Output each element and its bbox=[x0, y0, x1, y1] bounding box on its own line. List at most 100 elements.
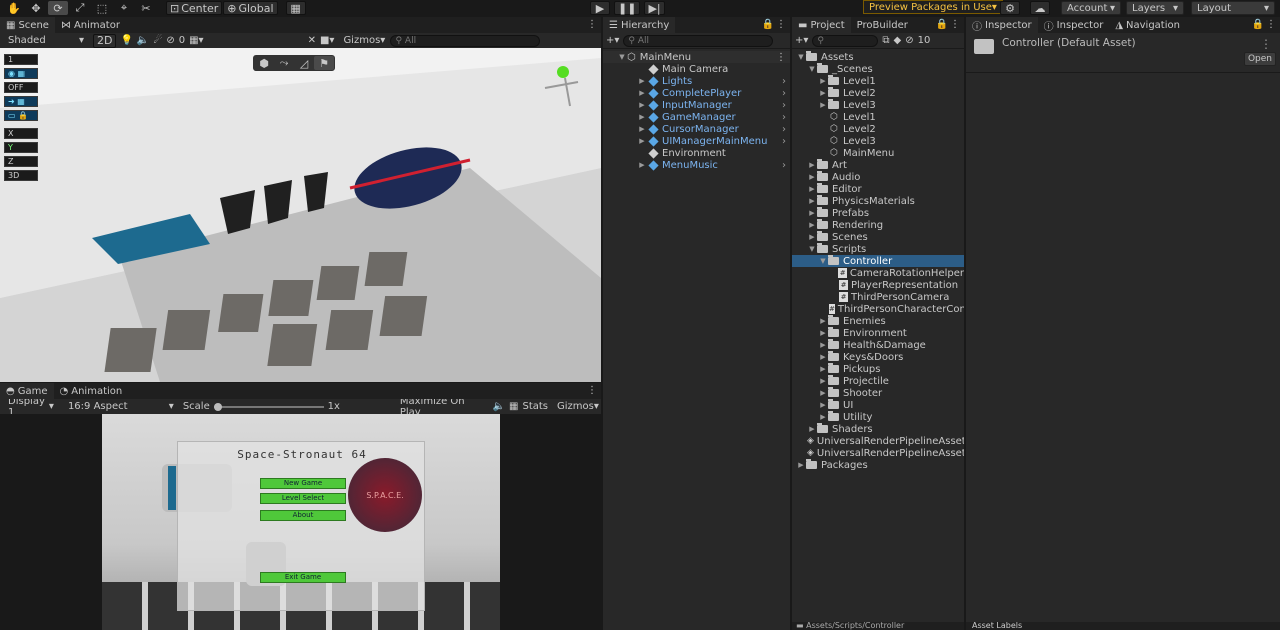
project-item[interactable]: ▶ Environment bbox=[792, 327, 964, 339]
chevron-right-icon[interactable]: › bbox=[782, 112, 786, 123]
project-item[interactable]: ⬡ Level3 bbox=[792, 135, 964, 147]
expand-arrow-icon[interactable]: ▶ bbox=[637, 89, 647, 97]
lock-icon[interactable]: 🔒 bbox=[1252, 19, 1264, 30]
project-item[interactable]: ▼ Scripts bbox=[792, 243, 964, 255]
project-item[interactable]: ▶ Level3 bbox=[792, 99, 964, 111]
custom-tool-icon[interactable]: ✂ bbox=[136, 1, 156, 15]
project-item[interactable]: ⬡ Level2 bbox=[792, 123, 964, 135]
add-icon[interactable]: +▾ bbox=[795, 35, 808, 46]
pause-button[interactable]: ❚❚ bbox=[614, 1, 641, 15]
exit-game-button[interactable]: Exit Game bbox=[260, 572, 346, 583]
open-button[interactable]: Open bbox=[1244, 52, 1276, 66]
hierarchy-item[interactable]: ▶ Lights › bbox=[603, 75, 790, 87]
collab-button[interactable]: ⚙ bbox=[1000, 1, 1020, 15]
tab-inspector-2[interactable]: ⓘ Inspector bbox=[1038, 17, 1110, 33]
project-item[interactable]: ▶ PhysicsMaterials bbox=[792, 195, 964, 207]
audio-icon[interactable]: 🔈 bbox=[137, 35, 149, 46]
expand-arrow-icon[interactable]: ▶ bbox=[818, 317, 828, 325]
scene-menu-icon[interactable]: ⋮ bbox=[776, 52, 786, 63]
panel-menu-icon[interactable]: ⋮ bbox=[587, 19, 597, 30]
tab-animator[interactable]: ⋈ Animator bbox=[55, 17, 126, 33]
chevron-right-icon[interactable]: › bbox=[782, 136, 786, 147]
expand-arrow-icon[interactable]: ▶ bbox=[807, 425, 817, 433]
expand-arrow-icon[interactable]: ▶ bbox=[807, 173, 817, 181]
play-button[interactable]: ▶ bbox=[590, 1, 610, 15]
expand-arrow-icon[interactable]: ▶ bbox=[818, 413, 828, 421]
expand-arrow-icon[interactable]: ▶ bbox=[807, 197, 817, 205]
about-button[interactable]: About bbox=[260, 510, 346, 521]
grid-toggle-icon[interactable]: ▦▾ bbox=[189, 35, 203, 46]
game-gizmos-dropdown[interactable]: Gizmos ▾ bbox=[552, 399, 599, 414]
project-item[interactable]: ▶ Editor bbox=[792, 183, 964, 195]
overlay-lock-toggle[interactable]: ▭ 🔒 bbox=[4, 110, 38, 121]
expand-arrow-icon[interactable]: ▶ bbox=[637, 101, 647, 109]
chevron-right-icon[interactable]: › bbox=[782, 100, 786, 111]
camera-icon[interactable]: ■▾ bbox=[320, 35, 334, 46]
tab-inspector-1[interactable]: ⓘ Inspector bbox=[966, 17, 1038, 33]
mode-2d-button[interactable]: 2D bbox=[93, 33, 117, 48]
hierarchy-item[interactable]: ▶ MenuMusic › bbox=[603, 159, 790, 171]
project-item[interactable]: ▼ Assets bbox=[792, 51, 964, 63]
expand-arrow-icon[interactable]: ▶ bbox=[807, 233, 817, 241]
overlay-arrow-toggle[interactable]: ➜ ▦ bbox=[4, 96, 38, 107]
grid-snap-button[interactable]: ▦ bbox=[285, 1, 306, 15]
filter-label-icon[interactable]: ◆ bbox=[894, 35, 902, 46]
game-viewport[interactable]: Space-Stronaut 64 S.P.A.C.E. New Game Le… bbox=[0, 414, 601, 630]
project-item[interactable]: ▶ Art bbox=[792, 159, 964, 171]
tab-navigation[interactable]: ◮ Navigation bbox=[1109, 17, 1186, 33]
project-item[interactable]: ▶ Projectile bbox=[792, 375, 964, 387]
tab-scene[interactable]: ▦ Scene bbox=[0, 17, 55, 33]
hierarchy-item[interactable]: Main Camera bbox=[603, 63, 790, 75]
project-item[interactable]: ▶ Shooter bbox=[792, 387, 964, 399]
project-item[interactable]: # CameraRotationHelper bbox=[792, 267, 964, 279]
layers-dropdown[interactable]: Layers ▾ bbox=[1126, 1, 1184, 15]
expand-arrow-icon[interactable]: ▶ bbox=[637, 161, 647, 169]
expand-arrow-icon[interactable]: ▶ bbox=[818, 77, 828, 85]
effects-icon[interactable]: ☄ bbox=[153, 35, 162, 46]
level-select-button[interactable]: Level Select bbox=[260, 493, 346, 504]
scene-search-input[interactable]: ⚲ All bbox=[390, 34, 541, 47]
expand-arrow-icon[interactable]: ▼ bbox=[807, 65, 817, 73]
expand-arrow-icon[interactable]: ▶ bbox=[818, 329, 828, 337]
panel-menu-icon[interactable]: ⋮ bbox=[587, 385, 597, 396]
hand-tool-icon[interactable]: ✋ bbox=[4, 1, 24, 15]
project-item[interactable]: ▶ Health&Damage bbox=[792, 339, 964, 351]
expand-arrow-icon[interactable]: ▶ bbox=[818, 377, 828, 385]
overlay-off-toggle[interactable]: OFF bbox=[4, 82, 38, 93]
project-item[interactable]: ◈ UniversalRenderPipelineAsset_ bbox=[792, 447, 964, 459]
rect-tool-icon[interactable]: ⬚ bbox=[92, 1, 112, 15]
panel-menu-icon[interactable]: ⋮ bbox=[1266, 19, 1276, 30]
project-item[interactable]: ◈ UniversalRenderPipelineAsset bbox=[792, 435, 964, 447]
scale-tool-icon[interactable]: ⤢ bbox=[70, 1, 90, 15]
project-item[interactable]: ▶ Packages bbox=[792, 459, 964, 471]
expand-arrow-icon[interactable]: ▶ bbox=[818, 401, 828, 409]
expand-arrow-icon[interactable]: ▶ bbox=[807, 221, 817, 229]
hierarchy-item[interactable]: ▶ CursorManager › bbox=[603, 123, 790, 135]
flag-icon[interactable]: ⚑ bbox=[314, 56, 334, 70]
project-item[interactable]: ▶ Utility bbox=[792, 411, 964, 423]
measure-icon[interactable]: ◿ bbox=[294, 56, 314, 70]
project-item[interactable]: ▶ Prefabs bbox=[792, 207, 964, 219]
move-tool-icon[interactable]: ✥ bbox=[26, 1, 46, 15]
tab-animation[interactable]: ◔ Animation bbox=[54, 383, 129, 399]
pivot-center-button[interactable]: ⊡ Center bbox=[166, 1, 223, 15]
expand-arrow-icon[interactable]: ▶ bbox=[807, 161, 817, 169]
account-dropdown[interactable]: Account ▾ bbox=[1061, 1, 1121, 15]
gizmos-dropdown[interactable]: Gizmos ▾ bbox=[338, 33, 387, 48]
project-item[interactable]: ▶ Scenes bbox=[792, 231, 964, 243]
transform-tool-icon[interactable]: ⌖ bbox=[114, 1, 134, 15]
mute-audio-icon[interactable]: 🔈 bbox=[493, 401, 505, 412]
expand-arrow-icon[interactable]: ▶ bbox=[818, 365, 828, 373]
settings-icon[interactable]: ⋮ bbox=[1260, 37, 1272, 51]
expand-arrow-icon[interactable]: ▶ bbox=[637, 113, 647, 121]
expand-arrow-icon[interactable]: ▶ bbox=[818, 101, 828, 109]
project-item[interactable]: ▶ Level2 bbox=[792, 87, 964, 99]
scale-slider-thumb[interactable] bbox=[213, 402, 222, 411]
project-item[interactable]: ⬡ Level1 bbox=[792, 111, 964, 123]
expand-arrow-icon[interactable]: ▶ bbox=[807, 185, 817, 193]
project-item[interactable]: # PlayerRepresentation bbox=[792, 279, 964, 291]
expand-arrow-icon[interactable]: ▶ bbox=[796, 461, 806, 469]
project-item[interactable]: ▶ Rendering bbox=[792, 219, 964, 231]
overlay-axis-x[interactable]: X bbox=[4, 128, 38, 139]
cloud-button[interactable]: ☁ bbox=[1030, 1, 1050, 15]
